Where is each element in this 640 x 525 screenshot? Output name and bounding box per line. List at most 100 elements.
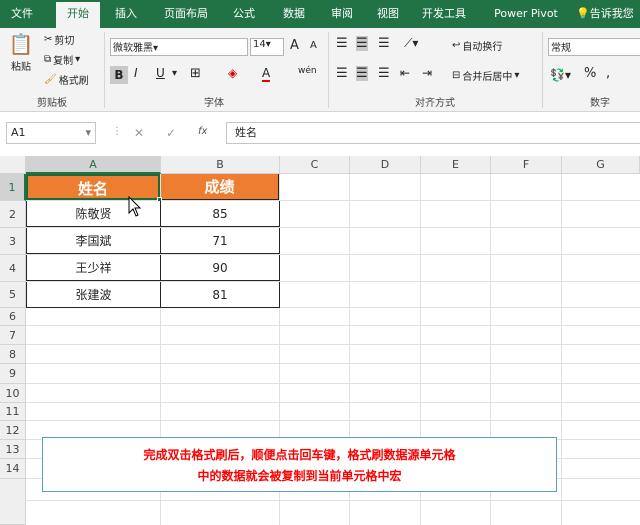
align-left-icon[interactable]: ☰ bbox=[336, 66, 348, 81]
gridline bbox=[26, 344, 640, 345]
shrink-font-button[interactable]: A bbox=[310, 40, 317, 51]
table-cell[interactable]: 王少祥 bbox=[26, 255, 161, 281]
table-cell[interactable]: 81 bbox=[161, 282, 280, 308]
note-line-2: 中的数据就会被复制到当前单元格中宏 bbox=[197, 469, 402, 483]
gridline bbox=[26, 363, 640, 364]
row-header-blank bbox=[0, 479, 26, 525]
comma-button[interactable]: , bbox=[606, 66, 610, 81]
row-header-4[interactable]: 4 bbox=[0, 255, 26, 282]
grow-font-button[interactable]: A bbox=[290, 38, 299, 53]
column-header-a[interactable]: A bbox=[26, 156, 161, 174]
font-color-icon[interactable]: A bbox=[262, 66, 271, 82]
tab-file[interactable]: 文件 bbox=[0, 0, 44, 28]
merge-icon: ⊟ bbox=[452, 70, 461, 81]
tab-home[interactable]: 开始 bbox=[56, 2, 100, 28]
phonetic-icon[interactable]: wén bbox=[298, 66, 317, 76]
number-group-label: 数字 bbox=[590, 98, 610, 109]
clipboard-icon: 📋 bbox=[8, 32, 34, 56]
tab-view[interactable]: 视图 bbox=[366, 0, 410, 28]
align-center-icon[interactable]: ☰ bbox=[356, 66, 368, 81]
chevron-down-icon[interactable]: ▾ bbox=[172, 68, 177, 79]
select-all-corner[interactable] bbox=[0, 156, 26, 174]
ribbon-home: 📋 粘贴 ✂ 剪切 ⧉ 复制 ▾ 🖌 格式刷 剪贴板 微软雅黑▾ 14▾ A A B I… bbox=[0, 28, 640, 112]
paste-button[interactable]: 📋 粘贴 bbox=[6, 32, 36, 73]
row-header-12[interactable]: 12 bbox=[0, 421, 26, 440]
insert-function-icon[interactable]: fx bbox=[198, 126, 207, 137]
paintbrush-icon: 🖌 bbox=[44, 74, 57, 85]
number-format-select[interactable]: 常规 bbox=[548, 38, 640, 56]
align-right-icon[interactable]: ☰ bbox=[378, 66, 390, 81]
font-name-select[interactable]: 微软雅黑▾ bbox=[110, 38, 248, 56]
gridline bbox=[26, 500, 640, 501]
tab-review[interactable]: 审阅 bbox=[320, 0, 364, 28]
clipboard-group-label: 剪贴板 bbox=[37, 98, 67, 109]
chevron-down-icon: ▾ bbox=[75, 54, 81, 65]
header-cell-score[interactable]: 成绩 bbox=[161, 174, 279, 200]
format-painter-button[interactable]: 🖌 格式刷 bbox=[44, 72, 89, 87]
align-middle-icon[interactable]: ☰ bbox=[356, 36, 368, 51]
row-header-7[interactable]: 7 bbox=[0, 326, 26, 345]
row-header-14[interactable]: 14 bbox=[0, 459, 26, 479]
fill-color-icon[interactable]: ◈ bbox=[228, 66, 237, 80]
row-header-3[interactable]: 3 bbox=[0, 228, 26, 255]
tab-insert[interactable]: 插入 bbox=[104, 0, 148, 28]
increase-indent-icon[interactable]: ⇥ bbox=[422, 66, 432, 80]
column-header-b[interactable]: B bbox=[161, 156, 280, 174]
row-header-8[interactable]: 8 bbox=[0, 345, 26, 364]
copy-icon: ⧉ bbox=[44, 54, 52, 65]
chevron-down-icon: ▾ bbox=[514, 70, 520, 81]
font-size-select[interactable]: 14▾ bbox=[250, 38, 284, 56]
column-header-e[interactable]: E bbox=[421, 156, 491, 174]
column-header-d[interactable]: D bbox=[350, 156, 421, 174]
decrease-indent-icon[interactable]: ⇤ bbox=[400, 66, 410, 80]
cut-button[interactable]: ✂ 剪切 bbox=[44, 32, 74, 47]
tab-page-layout[interactable]: 页面布局 bbox=[158, 0, 214, 28]
cancel-icon[interactable]: ✕ bbox=[134, 126, 144, 140]
lightbulb-icon: 💡 bbox=[576, 7, 590, 20]
tab-data[interactable]: 数据 bbox=[272, 0, 316, 28]
name-box[interactable]: A1 ▾ bbox=[6, 122, 96, 144]
chevron-down-icon: ▾ bbox=[85, 126, 91, 139]
formula-input[interactable]: 姓名 bbox=[226, 122, 640, 144]
underline-button[interactable]: U bbox=[156, 66, 165, 80]
tab-developer[interactable]: 开发工具 bbox=[414, 0, 474, 28]
gridline bbox=[26, 383, 640, 384]
row-header-5[interactable]: 5 bbox=[0, 282, 26, 308]
note-line-1: 完成双击格式刷后，顺便点击回车键，格式刷数据源单元格 bbox=[143, 448, 456, 462]
more-options-icon: ⋮ bbox=[112, 126, 122, 137]
column-header-g[interactable]: G bbox=[562, 156, 640, 174]
row-header-2[interactable]: 2 bbox=[0, 201, 26, 228]
table-cell[interactable]: 71 bbox=[161, 228, 280, 254]
table-cell[interactable]: 李国斌 bbox=[26, 228, 161, 254]
column-header-f[interactable]: F bbox=[491, 156, 562, 174]
align-top-icon[interactable]: ☰ bbox=[336, 36, 348, 51]
tab-power-pivot[interactable]: Power Pivot bbox=[486, 0, 566, 28]
borders-icon[interactable]: ⊞ bbox=[190, 66, 201, 81]
percent-button[interactable]: % bbox=[584, 66, 596, 81]
row-header-9[interactable]: 9 bbox=[0, 364, 26, 384]
bold-button[interactable]: B bbox=[110, 66, 128, 84]
row-header-6[interactable]: 6 bbox=[0, 308, 26, 326]
row-header-1[interactable]: 1 bbox=[0, 174, 26, 201]
tab-formulas[interactable]: 公式 bbox=[222, 0, 266, 28]
copy-button[interactable]: ⧉ 复制 ▾ bbox=[44, 52, 80, 67]
gridline bbox=[26, 325, 640, 326]
wrap-text-button[interactable]: ↩ 自动换行 bbox=[452, 38, 502, 53]
table-cell[interactable]: 张建波 bbox=[26, 282, 161, 308]
row-header-10[interactable]: 10 bbox=[0, 384, 26, 403]
row-header-11[interactable]: 11 bbox=[0, 403, 26, 421]
column-header-c[interactable]: C bbox=[280, 156, 350, 174]
merge-center-button[interactable]: ⊟ 合并后居中 ▾ bbox=[452, 68, 519, 83]
align-bottom-icon[interactable]: ☰ bbox=[378, 36, 390, 51]
orientation-icon[interactable]: ⟋▾ bbox=[404, 36, 418, 51]
tell-me-box[interactable]: 💡告诉我您 bbox=[576, 0, 640, 28]
cursor-icon bbox=[128, 195, 142, 218]
italic-button[interactable]: I bbox=[134, 66, 138, 80]
gridline bbox=[26, 402, 640, 403]
table-cell[interactable]: 90 bbox=[161, 255, 280, 281]
table-cell[interactable]: 85 bbox=[161, 201, 280, 227]
enter-icon[interactable]: ✓ bbox=[166, 126, 176, 140]
accounting-format-icon[interactable]: 💱▾ bbox=[550, 68, 571, 82]
ribbon-tab-bar: 文件 开始 插入 页面布局 公式 数据 审阅 视图 开发工具 Power Piv… bbox=[0, 0, 640, 28]
row-header-13[interactable]: 13 bbox=[0, 440, 26, 459]
